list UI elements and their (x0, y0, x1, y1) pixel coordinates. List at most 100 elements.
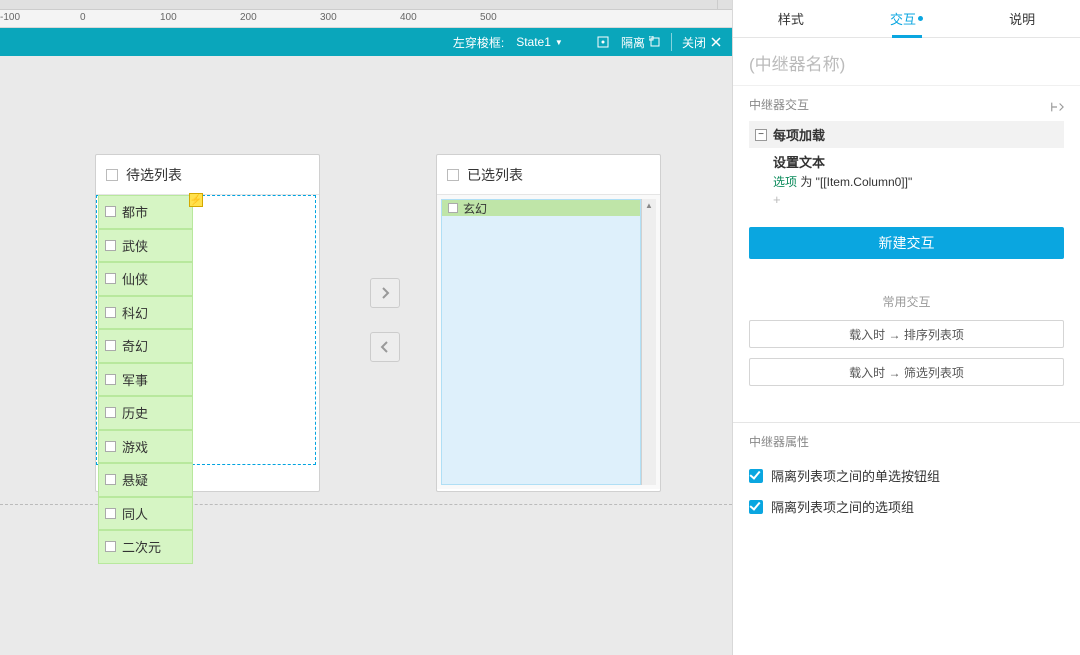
repeater-item-label: 武侠 (122, 236, 148, 255)
action-detail[interactable]: 选项 为 "[[Item.Column0]]" (773, 173, 1064, 190)
event-header[interactable]: − 每项加载 (749, 121, 1064, 148)
repeater-item[interactable]: 都市 (98, 195, 193, 229)
repeater-item-label: 二次元 (122, 537, 161, 556)
repeater-item[interactable]: 二次元 (98, 530, 193, 564)
event-name: 每项加载 (773, 125, 825, 144)
repeater-item-label: 奇幻 (122, 336, 148, 355)
repeater-item-label: 历史 (122, 403, 148, 422)
isolate-label: 隔离 (621, 34, 645, 51)
repeater-item[interactable]: 同人 (98, 497, 193, 531)
repeater-item[interactable]: 悬疑 (98, 463, 193, 497)
checkbox-icon[interactable] (105, 441, 116, 452)
checkbox-icon[interactable] (105, 541, 116, 552)
repeater-item-label: 游戏 (122, 437, 148, 456)
checkbox-icon[interactable] (105, 474, 116, 485)
tab-interaction-label: 交互 (890, 9, 916, 28)
repeater-item-label: 仙侠 (122, 269, 148, 288)
section-interactions-title: 中继器交互 (749, 96, 809, 113)
checkbox-icon[interactable] (105, 340, 116, 351)
checkbox-icon[interactable] (105, 206, 116, 217)
action-name[interactable]: 设置文本 (773, 152, 1064, 171)
repeater-item-label: 同人 (122, 504, 148, 523)
section-props-title: 中继器属性 (749, 433, 1064, 450)
suggestion-sort-label: 载入时 → 排序列表项 (849, 326, 964, 343)
scroll-up-icon[interactable]: ▲ (642, 199, 656, 213)
prop-isolate-option[interactable]: 隔离列表项之间的选项组 (733, 491, 1080, 522)
widget-name-row[interactable]: (中继器名称) (733, 38, 1080, 86)
dynamic-panel-titlebar: 左穿梭框: State1 ▼ 隔离 关闭 (0, 28, 732, 56)
interaction-indicator-icon[interactable]: ⚡ (189, 193, 203, 207)
repeater-item[interactable]: 游戏 (98, 430, 193, 464)
checkbox-icon[interactable] (105, 374, 116, 385)
panel-left[interactable]: 待选列表 ⚡ 都市武侠仙侠科幻奇幻军事历史游戏悬疑同人二次元 (95, 154, 320, 492)
scroll-dropdown-icon[interactable]: ▼ (723, 1, 730, 8)
tab-indicator-dot (918, 16, 923, 21)
checkbox-icon[interactable] (105, 273, 116, 284)
suggestion-filter-label: 载入时 → 筛选列表项 (849, 364, 964, 381)
suggestion-filter[interactable]: 载入时 → 筛选列表项 (749, 358, 1064, 386)
canvas-area: ▼ -1000100200300400500 左穿梭框: State1 ▼ 隔离… (0, 0, 732, 655)
repeater-item[interactable]: 仙侠 (98, 262, 193, 296)
fit-icon[interactable] (597, 36, 609, 48)
repeater-item-label: 都市 (122, 202, 148, 221)
repeater-item[interactable]: 历史 (98, 396, 193, 430)
tab-notes[interactable]: 说明 (964, 0, 1080, 37)
move-left-button[interactable] (370, 332, 400, 362)
scrollbar-vertical[interactable]: ▲ (641, 199, 656, 485)
panel-left-title: 待选列表 (126, 165, 182, 185)
panel-right-title: 已选列表 (467, 165, 523, 185)
scrollbar-horizontal[interactable]: ▼ (0, 0, 732, 10)
checkbox-icon[interactable] (105, 407, 116, 418)
checkbox-checked-icon[interactable] (749, 469, 763, 483)
prop-isolate-radio[interactable]: 隔离列表项之间的单选按钮组 (733, 460, 1080, 491)
state-dropdown[interactable]: State1 ▼ (516, 35, 563, 49)
checkbox-icon[interactable] (105, 240, 116, 251)
state-label: State1 (516, 35, 551, 49)
separator (671, 33, 672, 51)
repeater-item[interactable]: 军事 (98, 363, 193, 397)
move-right-button[interactable] (370, 278, 400, 308)
close-label: 关闭 (682, 34, 706, 51)
repeater-item[interactable]: 武侠 (98, 229, 193, 263)
repeater-item[interactable]: 科幻 (98, 296, 193, 330)
editing-canvas[interactable]: 待选列表 ⚡ 都市武侠仙侠科幻奇幻军事历史游戏悬疑同人二次元 已选列表 玄幻 (0, 56, 732, 655)
isolate-button[interactable]: 隔离 (621, 34, 661, 51)
tab-style-label: 样式 (778, 9, 804, 28)
panel-right-body: 玄幻 ▲ (437, 195, 660, 489)
repeater-item-label: 军事 (122, 370, 148, 389)
panel-left-header: 待选列表 (96, 155, 319, 195)
listbox[interactable]: 玄幻 (441, 199, 641, 485)
tab-interaction[interactable]: 交互 (849, 0, 965, 37)
listbox-item-label: 玄幻 (463, 200, 487, 217)
event-block[interactable]: − 每项加载 设置文本 选项 为 "[[Item.Column0]]" + (749, 121, 1064, 207)
tab-style[interactable]: 样式 (733, 0, 849, 37)
collapse-icon[interactable]: − (755, 129, 767, 141)
widget-name-placeholder: (中继器名称) (749, 55, 845, 74)
panel-right[interactable]: 已选列表 玄幻 ▲ (436, 154, 661, 492)
checkbox-icon[interactable] (105, 307, 116, 318)
chevron-down-icon: ▼ (555, 38, 563, 47)
repeater[interactable]: ⚡ 都市武侠仙侠科幻奇幻军事历史游戏悬疑同人二次元 (98, 195, 193, 564)
repeater-item[interactable]: 奇幻 (98, 329, 193, 363)
prop-isolate-option-label: 隔离列表项之间的选项组 (771, 497, 914, 516)
tab-notes-label: 说明 (1009, 9, 1035, 28)
listbox-item[interactable]: 玄幻 (442, 200, 640, 216)
event-body: 设置文本 选项 为 "[[Item.Column0]]" + (749, 148, 1064, 207)
checkbox-icon[interactable] (105, 508, 116, 519)
checkbox-checked-icon[interactable] (749, 500, 763, 514)
checkbox-icon[interactable] (106, 169, 118, 181)
suggestion-sort[interactable]: 载入时 → 排序列表项 (749, 320, 1064, 348)
close-button[interactable]: 关闭 (682, 34, 722, 51)
checkbox-icon[interactable] (447, 169, 459, 181)
panel-name-label: 左穿梭框: (453, 34, 504, 51)
ruler-horizontal: -1000100200300400500 (0, 10, 732, 28)
inspector-tabs: 样式 交互 说明 (733, 0, 1080, 38)
panel-right-header: 已选列表 (437, 155, 660, 195)
prop-isolate-radio-label: 隔离列表项之间的单选按钮组 (771, 466, 940, 485)
option-text: 为 "[[Item.Column0]]" (797, 175, 912, 189)
link-icon[interactable] (1050, 100, 1064, 117)
new-interaction-button[interactable]: 新建交互 (749, 227, 1064, 259)
panel-left-body: ⚡ 都市武侠仙侠科幻奇幻军事历史游戏悬疑同人二次元 (96, 195, 319, 485)
checkbox-icon[interactable] (448, 203, 458, 213)
add-action-button[interactable]: + (773, 192, 1064, 207)
